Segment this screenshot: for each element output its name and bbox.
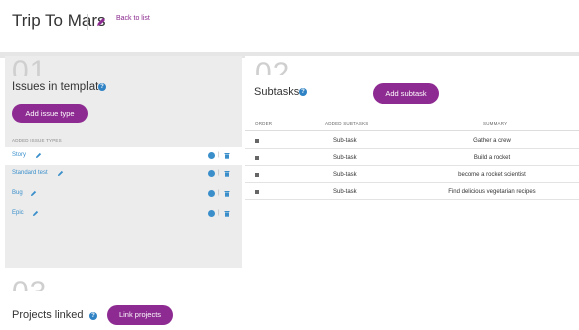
drag-handle-icon[interactable] <box>255 156 259 160</box>
issue-type-row-standard-test[interactable]: Standard test | <box>5 165 242 183</box>
badge-icon[interactable] <box>208 210 215 217</box>
page-title: Trip To Mars <box>12 11 106 30</box>
drag-handle-icon[interactable] <box>255 173 259 177</box>
separator: | <box>218 190 220 196</box>
subtask-summary: become a rocket scientist <box>458 172 526 178</box>
subtask-type: Sub-task <box>333 155 357 161</box>
table-row[interactable]: Sub-task Find delicious vegetarian recip… <box>245 184 579 200</box>
pencil-icon[interactable] <box>57 170 64 177</box>
badge-icon[interactable] <box>208 170 215 177</box>
pencil-icon[interactable] <box>32 210 39 217</box>
subtasks-panel-title: Subtasks <box>254 86 300 98</box>
badge-icon[interactable] <box>208 152 215 159</box>
issue-type-row-epic[interactable]: Epic | <box>5 205 242 223</box>
badge-icon[interactable] <box>208 190 215 197</box>
subtask-summary: Build a rocket <box>473 155 511 161</box>
step-number: 03 <box>12 278 47 291</box>
issues-panel: 01 Issues in template ? Add issue type A… <box>5 56 242 268</box>
issue-type-name[interactable]: Story <box>12 152 26 158</box>
add-issue-type-button[interactable]: Add issue type <box>12 104 88 123</box>
issues-panel-title: Issues in template <box>12 81 105 93</box>
edit-title-pencil-icon[interactable] <box>95 16 107 28</box>
step-number: 02 <box>255 59 290 75</box>
subtasks-panel: 02 Subtasks ? Add subtask ORDER ADDED SU… <box>245 56 579 268</box>
subtask-type: Sub-task <box>333 138 357 144</box>
column-header-order: ORDER <box>255 121 273 126</box>
subtask-type: Sub-task <box>333 189 357 195</box>
subtask-summary: Find delicious vegetarian recipes <box>448 189 536 195</box>
trash-icon[interactable] <box>224 170 230 177</box>
subtask-summary: Gather a crew <box>473 138 511 144</box>
subtask-type: Sub-task <box>333 172 357 178</box>
separator: | <box>218 170 220 176</box>
step-number: 01 <box>12 57 48 76</box>
issue-type-row-bug[interactable]: Bug | <box>5 185 242 203</box>
title-divider <box>87 14 88 30</box>
issue-type-name[interactable]: Standard test <box>12 170 48 176</box>
pencil-icon[interactable] <box>30 190 37 197</box>
subtasks-table-header: ORDER ADDED SUBTASKS SUMMARY <box>245 118 579 131</box>
column-header-added-subtasks: ADDED SUBTASKS <box>325 121 369 126</box>
column-header-summary: SUMMARY <box>483 121 508 126</box>
table-row[interactable]: Sub-task become a rocket scientist <box>245 167 579 183</box>
issue-type-row-story[interactable]: Story | <box>5 147 242 165</box>
drag-handle-icon[interactable] <box>255 139 259 143</box>
trash-icon[interactable] <box>224 210 230 217</box>
help-icon[interactable]: ? <box>89 312 97 320</box>
trash-icon[interactable] <box>224 152 230 159</box>
help-icon[interactable]: ? <box>98 83 106 91</box>
table-row[interactable]: Sub-task Gather a crew <box>245 133 579 149</box>
separator: | <box>218 210 220 216</box>
drag-handle-icon[interactable] <box>255 190 259 194</box>
trash-icon[interactable] <box>224 190 230 197</box>
back-to-list-link[interactable]: Back to list <box>116 15 150 22</box>
table-row[interactable]: Sub-task Build a rocket <box>245 150 579 166</box>
added-issue-types-label: ADDED ISSUE TYPES <box>12 138 62 143</box>
help-icon[interactable]: ? <box>299 88 307 96</box>
pencil-icon[interactable] <box>35 152 42 159</box>
link-projects-button[interactable]: Link projects <box>107 305 173 325</box>
separator: | <box>218 152 220 158</box>
issue-type-name[interactable]: Bug <box>12 190 23 196</box>
issue-type-name[interactable]: Epic <box>12 210 24 216</box>
page-header: Trip To Mars Back to list <box>0 0 579 52</box>
add-subtask-button[interactable]: Add subtask <box>373 83 439 104</box>
projects-panel-title: Projects linked <box>12 309 84 321</box>
